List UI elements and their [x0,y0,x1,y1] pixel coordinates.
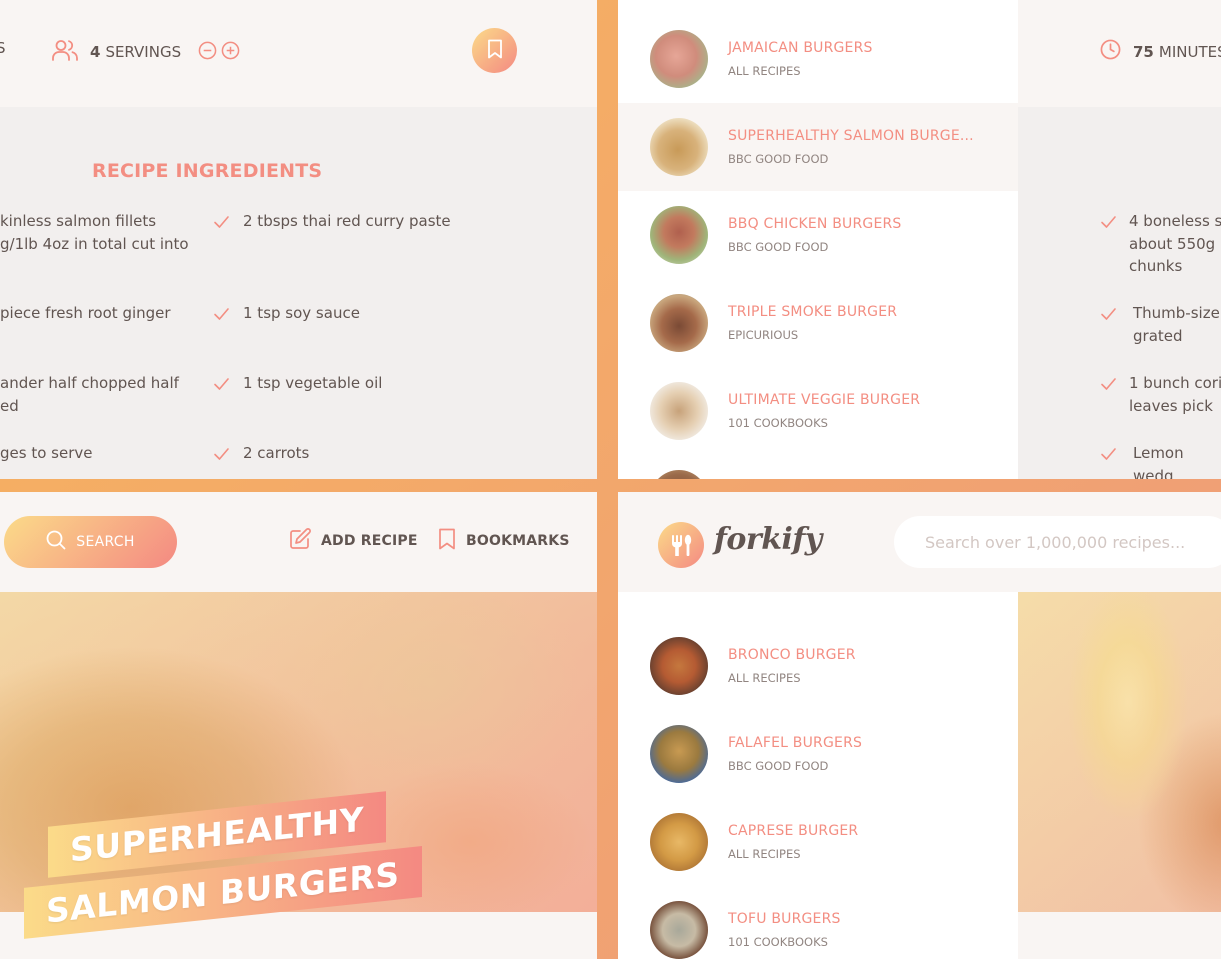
result-publisher: BBC GOOD FOOD [728,759,829,773]
cooking-time-label: MINUTES [1158,42,1221,61]
header-and-results-panel: forkify BRONCO BURGER ALL RECIPES FALAFE… [618,492,1221,959]
check-icon [213,376,230,395]
recipe-details-panel: S 4 SERVINGS RECIPE INGREDIENTS kinless … [0,0,597,479]
result-thumbnail [650,901,708,959]
servings-info: 4 SERVINGS [52,39,240,65]
clock-icon [1100,39,1121,64]
result-thumbnail [650,725,708,783]
check-icon [213,306,230,325]
ingredient-item: piece fresh root ginger [0,304,171,322]
check-icon [213,446,230,465]
result-item[interactable]: FALAFEL BURGERS BBC GOOD FOOD [618,710,1018,798]
result-thumbnail [650,813,708,871]
search-button-label: SEARCH [76,534,135,550]
ingredient-item: kinless salmon fillets g/1lb 4oz in tota… [0,212,189,253]
result-item[interactable]: CAPRESE BURGER ALL RECIPES [618,798,1018,886]
users-icon [52,39,78,65]
bookmarks-label: BOOKMARKS [466,533,570,549]
result-title: TOFU BURGERS [728,911,841,927]
result-item[interactable]: BRONCO BURGER ALL RECIPES [618,622,1018,710]
result-item-active[interactable]: SUPERHEALTHY SALMON BURGE... BBC GOOD FO… [618,103,1018,191]
result-publisher: BBC GOOD FOOD [728,240,829,254]
cooking-time-num: 75 [1133,42,1154,61]
recipe-info-bar: S 4 SERVINGS [0,0,597,107]
result-thumbnail [650,118,708,176]
cooking-time-info: 75 MINUTES [1100,39,1221,64]
result-item[interactable]: ULTIMATE VEGGIE BURGER 101 COOKBOOKS [618,367,1018,455]
bookmark-icon [486,39,504,63]
check-icon [1100,306,1117,325]
result-title: BBQ CHICKEN BURGERS [728,216,902,232]
check-icon [1100,376,1117,395]
result-title: SUPERHEALTHY SALMON BURGE... [728,128,974,144]
result-thumbnail [650,30,708,88]
result-title: CAPRESE BURGER [728,823,859,839]
minus-circle-icon[interactable] [198,41,217,64]
result-thumbnail [650,470,708,479]
hero-overlay [1018,592,1221,912]
search-button[interactable]: SEARCH [4,516,177,568]
search-results-list: BRONCO BURGER ALL RECIPES FALAFEL BURGER… [618,592,1018,959]
servings-count: 4 [90,43,101,61]
plus-circle-icon[interactable] [221,41,240,64]
bookmarks-button[interactable]: BOOKMARKS [438,528,570,554]
ingredient-item: 4 boneless sk about 550g chunks [1129,212,1221,275]
cooking-time-unit: S [0,39,6,57]
result-title: JAMAICAN BURGERS [728,40,873,56]
ingredient-item: 1 bunch coria leaves pick [1129,374,1221,415]
search-results-panel: JAMAICAN BURGERS ALL RECIPES SUPERHEALTH… [618,0,1221,479]
result-thumbnail [650,206,708,264]
check-icon [213,214,230,233]
search-icon [46,530,66,554]
ingredient-item: ander half chopped half ed [0,374,179,415]
result-title: BRONCO BURGER [728,647,856,663]
check-icon [1100,214,1117,233]
result-publisher: 101 COOKBOOKS [728,935,828,949]
edit-icon [289,528,311,554]
bookmark-icon [438,528,456,554]
search-input[interactable] [894,516,1221,568]
result-item[interactable] [618,455,1018,479]
servings-label: SERVINGS [105,43,182,61]
result-item[interactable]: BBQ CHICKEN BURGERS BBC GOOD FOOD [618,191,1018,279]
result-item[interactable]: TOFU BURGERS 101 COOKBOOKS [618,886,1018,959]
result-item[interactable]: JAMAICAN BURGERS ALL RECIPES [618,15,1018,103]
result-thumbnail [650,637,708,695]
result-title: TRIPLE SMOKE BURGER [728,304,898,320]
ingredient-item: Thumb-size grated [1133,304,1220,345]
result-publisher: 101 COOKBOOKS [728,416,828,430]
add-recipe-button[interactable]: ADD RECIPE [289,528,418,554]
result-title: ULTIMATE VEGGIE BURGER [728,392,921,408]
recipe-details-panel: 75 MINUTES 4 boneless sk about 550g chun… [1018,0,1221,479]
result-publisher: ALL RECIPES [728,671,801,685]
search-results-list: JAMAICAN BURGERS ALL RECIPES SUPERHEALTH… [618,0,1018,479]
fork-spoon-logo-icon [658,522,704,568]
header-and-hero-panel: SEARCH ADD RECIPE BOOKMARKS SUPERHEALTHY… [0,492,597,959]
ingredient-item: 1 tsp soy sauce [243,304,360,322]
result-publisher: ALL RECIPES [728,847,801,861]
result-thumbnail [650,382,708,440]
ingredient-item: 1 tsp vegetable oil [243,374,383,392]
ingredient-item: 2 tbsps thai red curry paste [243,212,451,230]
result-item[interactable]: TRIPLE SMOKE BURGER EPICURIOUS [618,279,1018,367]
ingredient-item: ges to serve [0,444,93,462]
result-publisher: BBC GOOD FOOD [728,152,829,166]
recipe-info-bar: 75 MINUTES [1018,0,1221,107]
bookmark-button[interactable] [472,28,517,73]
result-publisher: EPICURIOUS [728,328,799,342]
add-recipe-label: ADD RECIPE [321,533,418,549]
result-thumbnail [650,294,708,352]
ingredients-title: RECIPE INGREDIENTS [92,160,323,182]
result-title: FALAFEL BURGERS [728,735,863,751]
ingredient-item: 2 carrots [243,444,310,462]
check-icon [1100,446,1117,465]
result-publisher: ALL RECIPES [728,64,801,78]
ingredient-item: Lemon wedg [1133,444,1184,479]
forkify-logo-text: forkify [714,522,822,557]
